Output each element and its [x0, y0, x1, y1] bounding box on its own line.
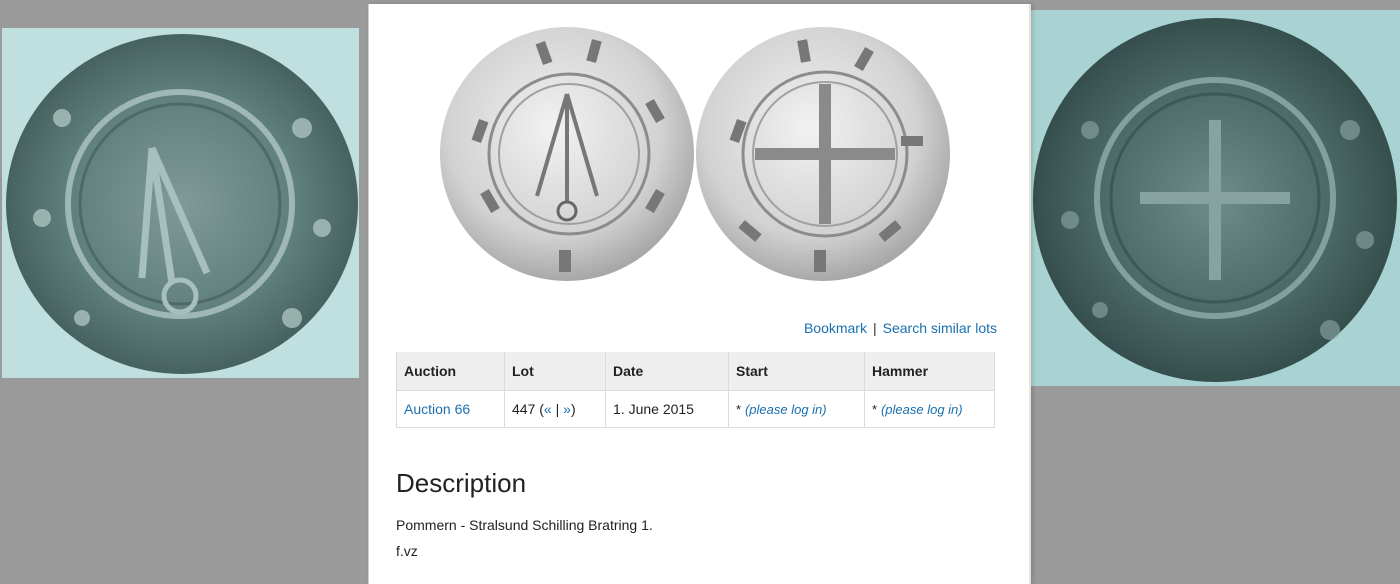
description-text: Pommern - Stralsund Schilling Bratring 1… [396, 517, 653, 533]
next-lot-link[interactable]: » [563, 401, 571, 417]
search-similar-lots-link[interactable]: Search similar lots [883, 320, 997, 336]
hammer-asterisk: * [872, 402, 878, 417]
cell-date: 1. June 2015 [605, 390, 729, 428]
col-header-date: Date [605, 352, 729, 391]
cell-start: * (please log in) [728, 390, 865, 428]
description-grade: f.vz [396, 543, 418, 559]
lot-actions: Bookmark | Search similar lots [804, 320, 997, 336]
coin-photo-reverse-icon [1030, 10, 1400, 386]
col-header-hammer: Hammer [864, 352, 995, 391]
coin-photo-left [2, 28, 359, 378]
cell-hammer: * (please log in) [864, 390, 995, 428]
lot-nav-close: ) [570, 401, 576, 417]
previous-lot-link[interactable]: « [544, 401, 552, 417]
cell-auction: Auction 66 [396, 390, 505, 428]
description-heading: Description [396, 468, 527, 498]
coin-images[interactable] [439, 26, 959, 286]
start-asterisk: * [736, 402, 742, 417]
coin-obverse-icon [440, 27, 694, 281]
cell-lot: 447 (« | ») [504, 390, 606, 428]
coin-reverse-icon [696, 27, 950, 281]
table-header-row: Auction Lot Date Start Hammer [396, 352, 995, 391]
table-row: Auction 66 447 (« | ») 1. June 2015 * (p… [396, 390, 995, 428]
col-header-auction: Auction [396, 352, 505, 391]
lot-number: 447 [512, 401, 536, 417]
col-header-start: Start [728, 352, 865, 391]
hammer-login-link[interactable]: (please log in) [881, 402, 963, 417]
lot-nav-separator: | [555, 401, 560, 417]
lot-page-panel: Bookmark | Search similar lots Auction Lot… [368, 4, 1031, 584]
start-login-link[interactable]: (please log in) [745, 402, 827, 417]
col-header-lot: Lot [504, 352, 606, 391]
bookmark-link[interactable]: Bookmark [804, 320, 867, 336]
coin-photo-obverse-icon [2, 28, 359, 378]
auction-link[interactable]: Auction 66 [404, 401, 470, 417]
coin-photo-right [1030, 10, 1400, 386]
lot-table: Auction Lot Date Start Hammer Auction 66… [396, 352, 995, 428]
actions-separator: | [872, 320, 877, 336]
